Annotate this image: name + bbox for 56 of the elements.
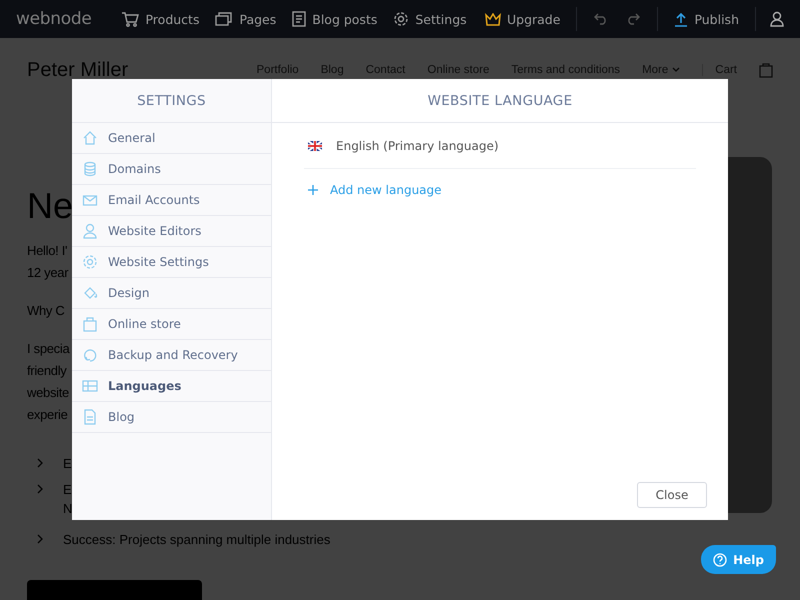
bullet-text: E bbox=[63, 482, 72, 496]
help-button[interactable]: Help bbox=[701, 545, 776, 574]
intro-text: 12 year bbox=[27, 264, 68, 282]
cart-icon bbox=[121, 11, 140, 27]
paragraph-text: website bbox=[27, 384, 69, 402]
sidebar-title: SETTINGS bbox=[72, 79, 271, 123]
sidebar-item[interactable]: Email Accounts bbox=[72, 185, 271, 216]
bag-icon bbox=[82, 316, 98, 332]
sidebar-item[interactable]: Domains bbox=[72, 154, 271, 185]
pages-icon bbox=[215, 11, 234, 27]
toolbar-button[interactable]: Settings bbox=[385, 11, 475, 27]
publish-button[interactable]: Publish bbox=[666, 12, 747, 26]
language-name: English (Primary language) bbox=[336, 138, 499, 152]
sidebar-item[interactable]: Backup and Recovery bbox=[72, 340, 271, 371]
close-button[interactable]: Close bbox=[637, 482, 707, 508]
upgrade-button[interactable]: Upgrade bbox=[476, 12, 568, 26]
paint-bucket-icon bbox=[82, 285, 98, 301]
paragraph-text: experie bbox=[27, 406, 68, 424]
toolbar-button[interactable]: Products bbox=[113, 11, 208, 27]
bullet-text: N bbox=[63, 500, 72, 516]
sidebar-item[interactable]: Website Editors bbox=[72, 216, 271, 247]
home-icon bbox=[82, 130, 98, 146]
dialog-title: WEBSITE LANGUAGE bbox=[272, 79, 728, 123]
upload-icon bbox=[674, 12, 688, 26]
toolbar-button[interactable]: Blog posts bbox=[284, 11, 386, 27]
paragraph-text: I specia bbox=[27, 340, 70, 358]
add-language-link[interactable]: Add new language bbox=[304, 169, 696, 211]
database-icon bbox=[82, 161, 98, 177]
sidebar-item[interactable]: Website Settings bbox=[72, 247, 271, 278]
sidebar-item[interactable]: Blog bbox=[72, 402, 271, 433]
refresh-icon bbox=[82, 347, 98, 363]
plus-icon bbox=[308, 185, 318, 195]
sidebar-item[interactable]: Online store bbox=[72, 309, 271, 340]
toolbar-button[interactable]: Pages bbox=[207, 11, 284, 27]
paragraph-text: friendly bbox=[27, 362, 67, 380]
redo-icon[interactable] bbox=[626, 13, 640, 25]
document-icon bbox=[292, 11, 306, 27]
sidebar-item[interactable]: General bbox=[72, 123, 271, 154]
question-icon bbox=[713, 552, 728, 566]
undo-icon[interactable] bbox=[594, 13, 608, 25]
list-icon bbox=[82, 378, 98, 394]
user-icon bbox=[82, 223, 98, 239]
intro-text: Hello! I' bbox=[27, 242, 68, 260]
sidebar-item[interactable]: Languages bbox=[72, 371, 271, 402]
settings-icon bbox=[393, 11, 410, 27]
crown-icon bbox=[484, 12, 501, 26]
logo[interactable]: webnode bbox=[16, 9, 92, 29]
page-heading: Ne bbox=[27, 188, 71, 224]
subheading-text: Why C bbox=[27, 302, 65, 320]
document-icon bbox=[82, 409, 98, 425]
bullet-text: Success: Projects spanning multiple industries bbox=[63, 532, 330, 546]
settings-icon bbox=[82, 254, 98, 270]
sidebar-item[interactable]: Design bbox=[72, 278, 271, 309]
bullet-text: E bbox=[63, 456, 72, 470]
user-icon[interactable] bbox=[770, 11, 784, 27]
flag-icon bbox=[308, 140, 322, 150]
